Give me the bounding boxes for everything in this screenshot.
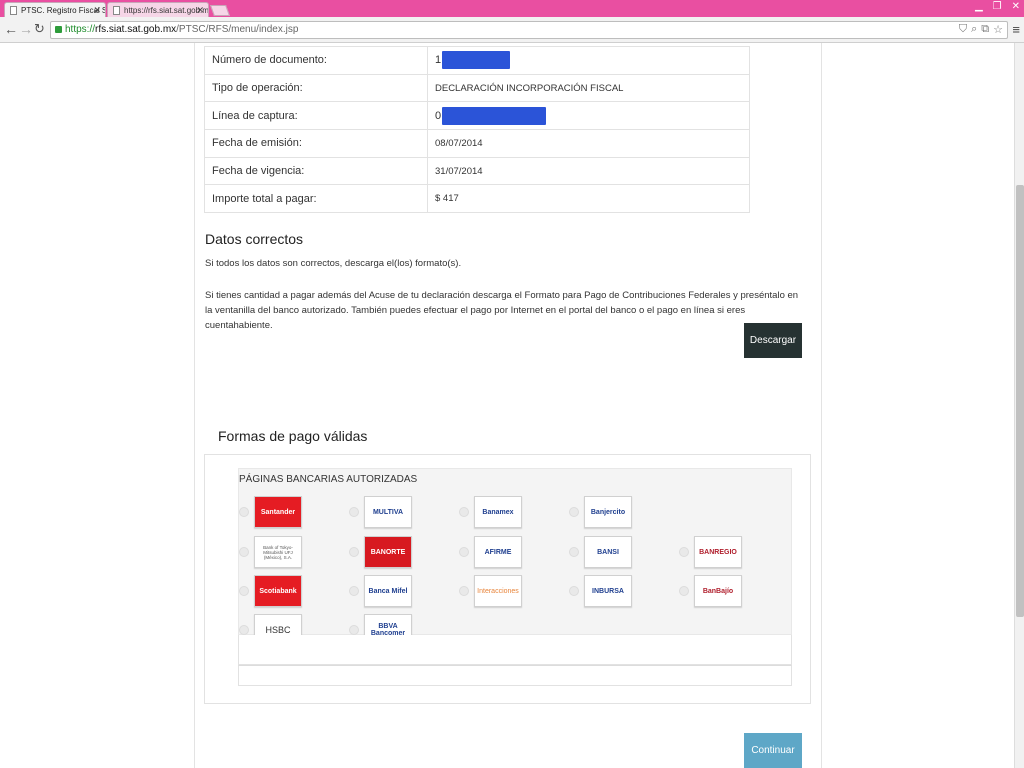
row-value: 31/07/2014 bbox=[427, 156, 750, 186]
forward-arrow-icon[interactable]: → bbox=[19, 21, 33, 37]
payment-panel-row bbox=[238, 635, 792, 665]
bank-logo[interactable]: BANREGIO bbox=[694, 536, 742, 568]
payment-panel-row bbox=[238, 665, 792, 686]
row-label: Número de documento: bbox=[204, 46, 428, 75]
authorized-banks-area: PÁGINAS BANCARIAS AUTORIZADAS Santander M… bbox=[238, 468, 792, 646]
table-row: Importe total a pagar: $ 417 bbox=[204, 184, 750, 214]
minimize-icon[interactable]: ▁ bbox=[975, 1, 983, 12]
capture-line-value: 0 bbox=[435, 109, 442, 122]
table-row: Tipo de operación: DECLARACIÓN INCORPORA… bbox=[204, 73, 750, 103]
bank-logo[interactable]: Santander bbox=[254, 496, 302, 528]
row-label: Tipo de operación: bbox=[204, 73, 428, 103]
bank-radio[interactable] bbox=[239, 547, 249, 557]
redaction-box bbox=[442, 51, 511, 70]
bank-logo[interactable]: Banca Mifel bbox=[364, 575, 412, 607]
close-tab-icon[interactable]: ✕ bbox=[93, 5, 101, 16]
download-button[interactable]: Descargar bbox=[744, 323, 802, 358]
row-value: 0 bbox=[427, 101, 750, 131]
bank-radio[interactable] bbox=[569, 507, 579, 517]
bank-radio[interactable] bbox=[459, 547, 469, 557]
bank-logo[interactable]: BanBajío bbox=[694, 575, 742, 607]
table-row: Número de documento: 1 bbox=[204, 46, 750, 75]
page-viewport: Número de documento: 1 Tipo de operación… bbox=[0, 43, 1014, 768]
menu-icon[interactable]: ≡ bbox=[1012, 22, 1020, 37]
url-scheme: https:// bbox=[65, 24, 96, 35]
continue-button[interactable]: Continuar bbox=[744, 733, 802, 768]
scrollbar-thumb[interactable] bbox=[1016, 185, 1024, 617]
datos-instruction: Si todos los datos son correctos, descar… bbox=[205, 258, 462, 269]
bank-radio[interactable] bbox=[239, 586, 249, 596]
row-value: DECLARACIÓN INCORPORACIÓN FISCAL bbox=[427, 73, 750, 103]
table-row: Fecha de emisión: 08/07/2014 bbox=[204, 129, 750, 158]
bank-logo[interactable]: Bank of Tokyo-Mitsubishi UFJ (México), S… bbox=[254, 536, 302, 568]
close-tab-icon[interactable]: ✕ bbox=[196, 5, 204, 16]
bank-radio[interactable] bbox=[349, 625, 359, 635]
restore-icon[interactable]: ❐ bbox=[993, 1, 1002, 12]
document-info-table: Número de documento: 1 Tipo de operación… bbox=[204, 46, 750, 214]
translate-icon[interactable]: ⧉ bbox=[981, 23, 989, 36]
browser-toolbar: ← → ↻ https://rfs.siat.sat.gob.mx/PTSC/R… bbox=[0, 17, 1024, 43]
bank-radio[interactable] bbox=[349, 586, 359, 596]
row-value: 1 bbox=[427, 46, 750, 75]
document-number-value: 1 bbox=[435, 54, 442, 67]
back-arrow-icon[interactable]: ← bbox=[4, 21, 18, 37]
browser-tab-active[interactable]: PTSC. Registro Fiscal Simp ✕ bbox=[4, 2, 106, 17]
row-label: Línea de captura: bbox=[204, 101, 428, 131]
window-titlebar: PTSC. Registro Fiscal Simp ✕ https://rfs… bbox=[0, 0, 1024, 17]
url-path: /PTSC/RFS/menu/index.jsp bbox=[176, 24, 299, 35]
datos-payment-info: Si tienes cantidad a pagar además del Ac… bbox=[205, 290, 799, 331]
address-bar[interactable]: https://rfs.siat.sat.gob.mx/PTSC/RFS/men… bbox=[50, 21, 1008, 39]
redaction-box bbox=[442, 106, 547, 125]
new-tab-button[interactable] bbox=[209, 5, 231, 16]
row-label: Importe total a pagar: bbox=[204, 184, 428, 214]
page-icon bbox=[10, 6, 17, 15]
bank-radio[interactable] bbox=[569, 586, 579, 596]
authorized-banks-title: PÁGINAS BANCARIAS AUTORIZADAS bbox=[239, 474, 418, 485]
bank-radio[interactable] bbox=[459, 507, 469, 517]
datos-correctos-heading: Datos correctos bbox=[205, 231, 304, 247]
row-value: 08/07/2014 bbox=[427, 129, 750, 158]
bank-logo[interactable]: Banjercito bbox=[584, 496, 632, 528]
bank-radio[interactable] bbox=[679, 586, 689, 596]
close-window-icon[interactable]: ✕ bbox=[1012, 1, 1020, 12]
search-icon[interactable]: ⌕ bbox=[971, 23, 977, 36]
row-label: Fecha de emisión: bbox=[204, 129, 428, 158]
address-bar-icons: ⛉ ⌕ ⧉ ☆ bbox=[959, 23, 1003, 36]
bank-logo[interactable]: BANORTE bbox=[364, 536, 412, 568]
bank-logo[interactable]: BANSI bbox=[584, 536, 632, 568]
bank-logo[interactable]: AFIRME bbox=[474, 536, 522, 568]
star-icon[interactable]: ☆ bbox=[993, 23, 1003, 36]
content-container: Número de documento: 1 Tipo de operación… bbox=[194, 43, 822, 768]
bank-radio[interactable] bbox=[239, 507, 249, 517]
page-icon bbox=[113, 6, 120, 15]
bank-radio[interactable] bbox=[239, 625, 249, 635]
bank-logo[interactable]: INBURSA bbox=[584, 575, 632, 607]
shield-icon[interactable]: ⛉ bbox=[959, 23, 967, 36]
table-row: Fecha de vigencia: 31/07/2014 bbox=[204, 156, 750, 186]
bank-radio[interactable] bbox=[569, 547, 579, 557]
bank-logo[interactable]: Interacciones bbox=[474, 575, 522, 607]
payment-methods-panel: PÁGINAS BANCARIAS AUTORIZADAS Santander M… bbox=[204, 454, 811, 704]
bank-radio[interactable] bbox=[349, 547, 359, 557]
bank-logo[interactable]: MULTIVA bbox=[364, 496, 412, 528]
row-label: Fecha de vigencia: bbox=[204, 156, 428, 186]
formas-pago-heading: Formas de pago válidas bbox=[218, 428, 368, 444]
url-host: rfs.siat.sat.gob.mx bbox=[95, 24, 177, 35]
bank-radio[interactable] bbox=[679, 547, 689, 557]
reload-icon[interactable]: ↻ bbox=[34, 21, 45, 37]
browser-tab[interactable]: https://rfs.siat.sat.gob.mx ✕ bbox=[107, 2, 209, 17]
bank-radio[interactable] bbox=[349, 507, 359, 517]
table-row: Línea de captura: 0 bbox=[204, 101, 750, 131]
vertical-scrollbar[interactable] bbox=[1014, 43, 1024, 768]
row-value: $ 417 bbox=[427, 184, 750, 214]
bank-logo[interactable]: Scotiabank bbox=[254, 575, 302, 607]
bank-logo[interactable]: Banamex bbox=[474, 496, 522, 528]
bank-radio[interactable] bbox=[459, 586, 469, 596]
window-controls: ▁ ❐ ✕ bbox=[975, 1, 1020, 12]
lock-icon bbox=[55, 25, 62, 33]
